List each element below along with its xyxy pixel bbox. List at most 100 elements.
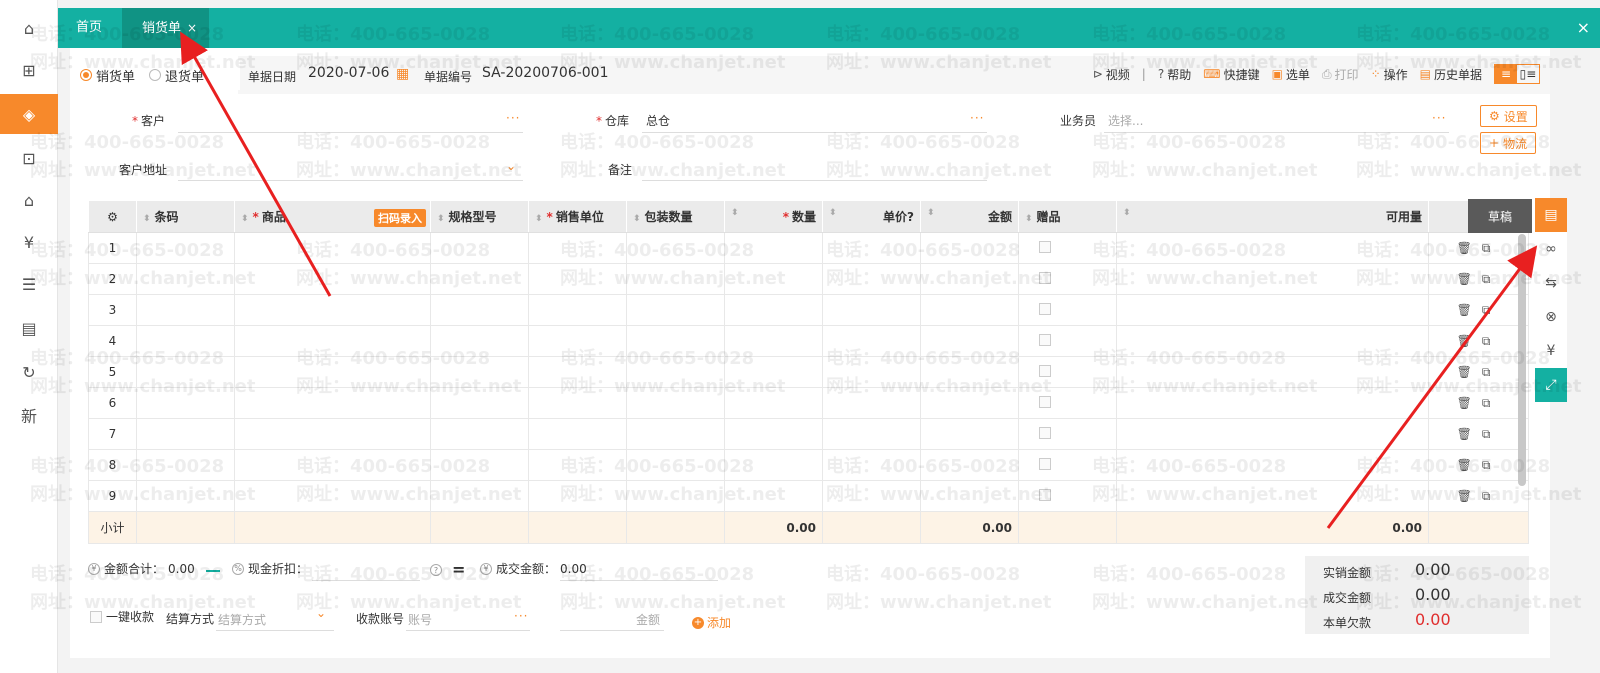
- grid-cell[interactable]: [234, 232, 431, 264]
- grid-cell[interactable]: [136, 387, 235, 419]
- radio-sale[interactable]: 销货单: [80, 66, 135, 85]
- grid-cell[interactable]: [724, 294, 823, 326]
- radio-return[interactable]: 退货单: [149, 66, 204, 85]
- copy-icon[interactable]: ⧉: [1482, 396, 1501, 410]
- grid-cell[interactable]: [822, 232, 921, 264]
- amount-input[interactable]: 金额: [636, 611, 660, 628]
- remark-input[interactable]: [642, 180, 987, 181]
- trash-icon[interactable]: 🗑: [1457, 272, 1482, 286]
- grid-cell[interactable]: [234, 449, 431, 481]
- date-value[interactable]: 2020-07-06: [308, 65, 389, 81]
- draft-button[interactable]: 草稿: [1468, 199, 1532, 233]
- link-icon[interactable]: ∞: [1535, 232, 1567, 266]
- one-click-checkbox[interactable]: [90, 610, 102, 623]
- grid-cell[interactable]: [724, 418, 823, 450]
- copy-icon[interactable]: ⧉: [1482, 458, 1501, 472]
- grid-cell[interactable]: [626, 294, 725, 326]
- grid-cell[interactable]: [430, 449, 529, 481]
- grid-cell[interactable]: [626, 356, 725, 388]
- copy-icon[interactable]: ⧉: [1482, 272, 1501, 286]
- grid-cell[interactable]: [724, 263, 823, 295]
- table-row[interactable]: 7 🗑⧉: [88, 418, 1529, 450]
- grid-cell[interactable]: [920, 387, 1019, 419]
- grid-cell[interactable]: [528, 449, 627, 481]
- warehouse-more-icon[interactable]: ···: [970, 111, 984, 125]
- grid-cell[interactable]: [724, 449, 823, 481]
- grid-cell[interactable]: [920, 232, 1019, 264]
- gift-checkbox[interactable]: [1039, 240, 1051, 253]
- grid-cell[interactable]: [528, 294, 627, 326]
- header-gift[interactable]: ⬍ 赠品: [1018, 200, 1117, 233]
- table-row[interactable]: 2 🗑⧉: [88, 263, 1529, 295]
- header-spec[interactable]: ⬍ 规格型号: [430, 200, 529, 233]
- grid-cell[interactable]: [724, 232, 823, 264]
- settle-select[interactable]: 结算方式: [218, 611, 266, 628]
- settings-button[interactable]: ⚙ 设置: [1480, 105, 1537, 127]
- grid-cell[interactable]: [920, 449, 1019, 481]
- table-row[interactable]: 9 🗑⧉: [88, 480, 1529, 512]
- header-qty[interactable]: ⬍ * 数量: [724, 200, 823, 233]
- trash-icon[interactable]: 🗑: [1457, 303, 1482, 317]
- grid-cell[interactable]: [528, 356, 627, 388]
- account-input[interactable]: 账号: [408, 611, 432, 628]
- gift-checkbox[interactable]: [1039, 395, 1051, 408]
- trash-icon[interactable]: 🗑: [1457, 489, 1482, 503]
- grid-cell[interactable]: [234, 294, 431, 326]
- grid-cell[interactable]: [136, 480, 235, 512]
- grid-cell[interactable]: [528, 325, 627, 357]
- warehouse-value[interactable]: 总仓: [646, 112, 670, 129]
- grid-cell[interactable]: [920, 418, 1019, 450]
- header-pack[interactable]: ⬍ 包装数量: [626, 200, 725, 233]
- close-icon[interactable]: ×: [1577, 18, 1590, 37]
- swap-icon[interactable]: ⇆: [1535, 266, 1567, 300]
- video-button[interactable]: ⊳ 视频: [1093, 66, 1130, 83]
- grid-cell[interactable]: [430, 263, 529, 295]
- help-icon[interactable]: ?: [907, 210, 914, 224]
- grid-cell[interactable]: [234, 387, 431, 419]
- trash-icon[interactable]: 🗑: [1457, 396, 1482, 410]
- grid-cell[interactable]: [920, 263, 1019, 295]
- grid-cell[interactable]: [234, 325, 431, 357]
- salesperson-more-icon[interactable]: ···: [1432, 111, 1446, 125]
- grid-cell[interactable]: [822, 387, 921, 419]
- header-product[interactable]: ⬍ * 商品 扫码录入: [234, 200, 431, 233]
- card-icon[interactable]: ▤: [0, 308, 58, 348]
- grid-cell[interactable]: [430, 325, 529, 357]
- warehouse-input[interactable]: [642, 132, 987, 133]
- grid-cell[interactable]: [136, 263, 235, 295]
- header-barcode[interactable]: ⬍ 条码: [136, 200, 235, 233]
- header-price[interactable]: ⬍ 单价?: [822, 200, 921, 233]
- expand-icon[interactable]: ⤢: [1535, 368, 1567, 402]
- grid-cell[interactable]: [626, 263, 725, 295]
- report-icon[interactable]: ☰: [0, 264, 58, 304]
- logistics-button[interactable]: + 物流: [1480, 132, 1537, 154]
- chevron-down-icon[interactable]: ⌄: [506, 159, 516, 173]
- grid-cell[interactable]: [528, 263, 627, 295]
- grid-cell[interactable]: [136, 418, 235, 450]
- customer-more-icon[interactable]: ···: [506, 111, 520, 125]
- chevron-down-icon[interactable]: ⌄: [316, 606, 326, 620]
- copy-icon[interactable]: ⧉: [1482, 303, 1501, 317]
- help-button[interactable]: ? 帮助: [1158, 66, 1191, 83]
- table-row[interactable]: 6 🗑⧉: [88, 387, 1529, 419]
- grid-cell[interactable]: [528, 232, 627, 264]
- grid-cell[interactable]: [234, 356, 431, 388]
- print-button[interactable]: ⎙ 打印: [1322, 66, 1359, 83]
- trash-icon[interactable]: 🗑: [1457, 334, 1482, 348]
- discount-input[interactable]: [312, 580, 420, 581]
- grid-cell[interactable]: [234, 263, 431, 295]
- discount-rail-icon[interactable]: ¥: [1535, 334, 1567, 368]
- column-settings-icon[interactable]: ⚙: [88, 200, 137, 233]
- grid-cell[interactable]: [234, 480, 431, 512]
- history-button[interactable]: ▤ 历史单据: [1420, 66, 1482, 83]
- copy-icon[interactable]: ⧉: [1482, 241, 1501, 255]
- shortcut-button[interactable]: ⌨ 快捷键: [1203, 66, 1259, 83]
- grid-cell[interactable]: [528, 387, 627, 419]
- grid-cell[interactable]: [724, 387, 823, 419]
- add-payment-button[interactable]: + 添加: [692, 614, 731, 631]
- trash-icon[interactable]: 🗑: [1457, 241, 1482, 255]
- finance-icon[interactable]: ¥: [0, 222, 58, 262]
- home-icon[interactable]: ⌂: [0, 8, 58, 48]
- grid-cell[interactable]: [822, 449, 921, 481]
- grid-cell[interactable]: [920, 294, 1019, 326]
